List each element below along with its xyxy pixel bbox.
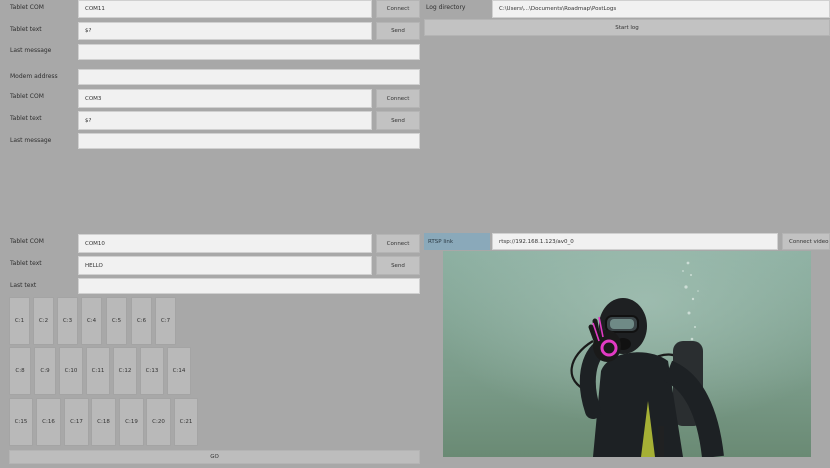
rtsp-link-label: RTSP link	[424, 233, 490, 250]
command-button-c19[interactable]: C:19	[119, 398, 144, 446]
command-button-c21[interactable]: C:21	[174, 398, 198, 446]
command-button-c14[interactable]: C:14	[167, 347, 191, 395]
command-button-c8[interactable]: C:8	[9, 347, 31, 395]
tablet-com-label-1: Tablet COM	[10, 4, 44, 11]
command-button-c17[interactable]: C:17	[64, 398, 89, 446]
connect-button-2[interactable]: Connect	[376, 89, 420, 108]
connect-video-button[interactable]: Connect video	[782, 233, 830, 250]
command-button-c5[interactable]: C:5	[106, 297, 127, 345]
command-button-c20[interactable]: C:20	[146, 398, 171, 446]
connect-button-3[interactable]: Connect	[376, 234, 420, 253]
tablet-com-input-2[interactable]: COM3	[78, 89, 372, 108]
rtsp-link-input[interactable]: rtsp://192.168.1.123/av0_0	[492, 233, 778, 250]
tablet-com-input-3[interactable]: COM10	[78, 234, 372, 253]
command-button-c15[interactable]: C:15	[9, 398, 33, 446]
log-directory-label: Log directory	[426, 4, 466, 11]
command-button-c10[interactable]: C:10	[59, 347, 83, 395]
command-button-c16[interactable]: C:16	[36, 398, 61, 446]
send-button-3[interactable]: Send	[376, 256, 420, 275]
command-button-c2[interactable]: C:2	[33, 297, 54, 345]
start-log-button[interactable]: Start log	[424, 19, 830, 36]
last-message-field-1	[78, 44, 420, 60]
last-message-label-1: Last message	[10, 47, 52, 54]
connect-button-1[interactable]: Connect	[376, 0, 420, 18]
send-button-1[interactable]: Send	[376, 22, 420, 40]
tablet-text-label-2: Tablet text	[10, 115, 42, 122]
modem-address-input[interactable]	[78, 69, 420, 85]
command-button-c11[interactable]: C:11	[86, 347, 110, 395]
send-button-2[interactable]: Send	[376, 111, 420, 130]
command-button-c6[interactable]: C:6	[131, 297, 152, 345]
command-button-c3[interactable]: C:3	[57, 297, 78, 345]
last-text-label: Last text	[10, 282, 37, 289]
tablet-text-input-1[interactable]: $?	[78, 22, 372, 40]
video-feed	[443, 251, 811, 457]
command-button-c18[interactable]: C:18	[91, 398, 116, 446]
last-text-field	[78, 278, 420, 294]
command-button-c1[interactable]: C:1	[9, 297, 30, 345]
tablet-text-label-3: Tablet text	[10, 260, 42, 267]
tablet-text-input-2[interactable]: $?	[78, 111, 372, 130]
last-message-field-2	[78, 133, 420, 149]
tablet-text-label-1: Tablet text	[10, 26, 42, 33]
command-button-c9[interactable]: C:9	[34, 347, 56, 395]
modem-address-label: Modem address	[10, 73, 58, 80]
log-directory-input[interactable]: C:\Users\...\Documents\Roadmap\PostLogs	[492, 0, 830, 18]
command-button-c4[interactable]: C:4	[81, 297, 102, 345]
tablet-com-input-1[interactable]: COM11	[78, 0, 372, 18]
command-button-c13[interactable]: C:13	[140, 347, 164, 395]
diver-video-image	[443, 251, 811, 457]
go-button[interactable]: GO	[9, 450, 420, 464]
tablet-com-label-2: Tablet COM	[10, 93, 44, 100]
command-button-c7[interactable]: C:7	[155, 297, 176, 345]
tablet-com-label-3: Tablet COM	[10, 238, 44, 245]
command-button-c12[interactable]: C:12	[113, 347, 137, 395]
tablet-text-input-3[interactable]: HELLO	[78, 256, 372, 275]
last-message-label-2: Last message	[10, 137, 52, 144]
